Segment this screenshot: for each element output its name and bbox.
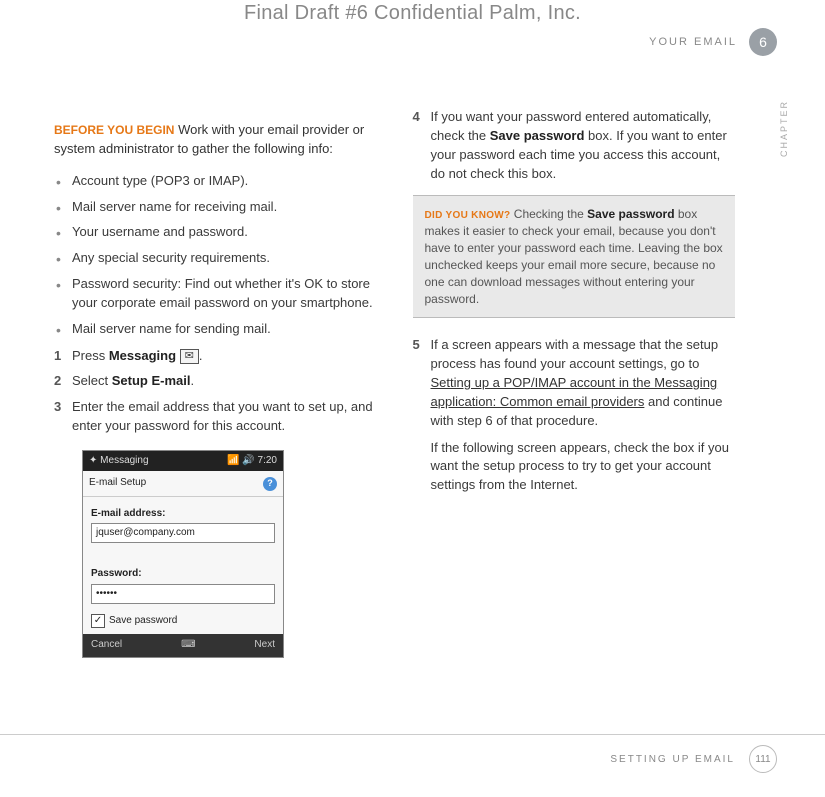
step-1: 1 Press Messaging ✉. [54, 347, 377, 366]
before-you-begin-paragraph: BEFORE YOU BEGIN Work with your email pr… [54, 121, 377, 159]
phone-keyboard-icon[interactable]: ⌨ [181, 638, 195, 653]
phone-screenshot: ✦ Messaging 📶 🔊 7:20 E-mail Setup ? E-ma… [82, 450, 284, 658]
before-you-begin-label: BEFORE YOU BEGIN [54, 123, 174, 137]
tip-text: Checking the [510, 207, 587, 221]
phone-save-password-checkbox[interactable]: ✓ [91, 614, 105, 628]
step-4: 4 If you want your password entered auto… [413, 108, 736, 183]
tip-bold: Save password [587, 207, 674, 221]
chapter-number-badge: 6 [749, 28, 777, 56]
phone-email-label: E-mail address: [91, 507, 275, 522]
right-column: 4 If you want your password entered auto… [413, 108, 736, 658]
did-you-know-label: DID YOU KNOW? [425, 210, 511, 221]
phone-screen-title: E-mail Setup [89, 476, 146, 491]
phone-help-icon[interactable]: ? [263, 477, 277, 491]
phone-save-password-label: Save password [109, 614, 177, 629]
watermark-line: Final Draft #6 Confidential Palm, Inc. [0, 2, 825, 25]
did-you-know-box: DID YOU KNOW? Checking the Save password… [413, 195, 736, 318]
bullet-item: Any special security requirements. [54, 249, 377, 268]
phone-app-title: ✦ Messaging [89, 454, 149, 469]
bullet-item: Mail server name for receiving mail. [54, 198, 377, 217]
step-text: Enter the email address that you want to… [72, 399, 373, 433]
step-3: 3 Enter the email address that you want … [54, 398, 377, 436]
step-text: If a screen appears with a message that … [431, 337, 719, 371]
step-text: . [199, 348, 203, 363]
chapter-side-label: CHAPTER [779, 100, 789, 157]
footer-section-label: SETTING UP EMAIL [610, 754, 735, 765]
step-text: . [191, 373, 195, 388]
phone-status-icons: 📶 🔊 7:20 [227, 454, 277, 469]
phone-password-label: Password: [91, 567, 275, 582]
phone-email-input[interactable]: jquser@company.com [91, 523, 275, 543]
left-column: BEFORE YOU BEGIN Work with your email pr… [54, 108, 377, 658]
step-text: If the following screen appears, check t… [431, 440, 729, 493]
step-text: Press [72, 348, 109, 363]
page-footer: SETTING UP EMAIL 111 [0, 734, 825, 773]
section-label: YOUR EMAIL [649, 36, 737, 48]
step-bold: Messaging [109, 348, 176, 363]
page-header-right: YOUR EMAIL 6 [649, 28, 777, 56]
bullet-item: Account type (POP3 or IMAP). [54, 172, 377, 191]
bullet-item: Mail server name for sending mail. [54, 320, 377, 339]
phone-next-button[interactable]: Next [254, 638, 275, 653]
step-5: 5 If a screen appears with a message tha… [413, 336, 736, 495]
step-2: 2 Select Setup E-mail. [54, 372, 377, 391]
messaging-icon: ✉ [180, 349, 199, 364]
bullet-item: Password security: Find out whether it's… [54, 275, 377, 313]
step-bold: Setup E-mail [112, 373, 191, 388]
tip-text: box makes it easier to check your email,… [425, 207, 723, 305]
phone-password-input[interactable]: •••••• [91, 584, 275, 604]
step-text: Select [72, 373, 112, 388]
bullet-item: Your username and password. [54, 223, 377, 242]
phone-cancel-button[interactable]: Cancel [91, 638, 122, 653]
step-bold: Save password [490, 128, 585, 143]
page-number: 111 [749, 745, 777, 773]
